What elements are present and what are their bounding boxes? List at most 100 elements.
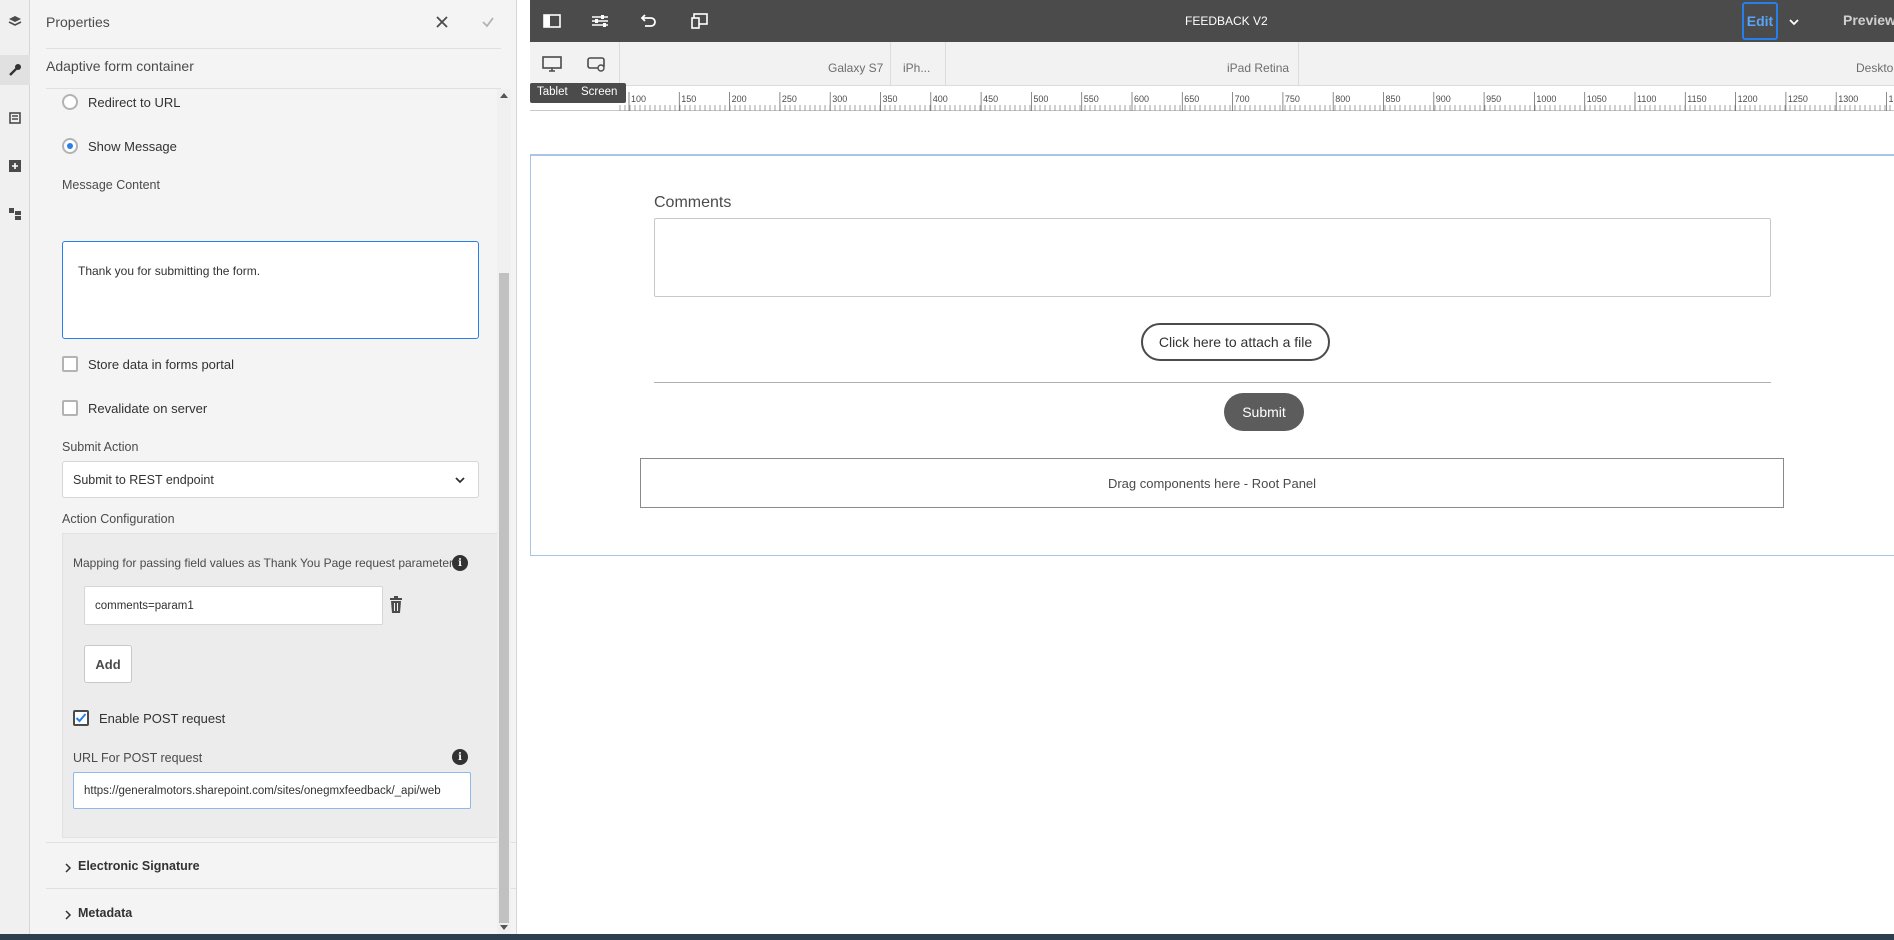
- store-data-checkbox[interactable]: [62, 356, 78, 372]
- ruler-tick-label: 850: [1385, 94, 1401, 104]
- url-post-input[interactable]: https://generalmotors.sharepoint.com/sit…: [73, 772, 471, 809]
- ruler-tick-label: 750: [1284, 94, 1300, 104]
- screen-rotate-icon[interactable]: [586, 56, 606, 77]
- enable-post-label: Enable POST request: [99, 711, 226, 726]
- submit-action-value: Submit to REST endpoint: [73, 473, 214, 487]
- ruler-tick-label: 250: [781, 94, 797, 104]
- tooltip-screen: Screen: [581, 86, 618, 98]
- mode-dropdown-icon[interactable]: [1788, 14, 1800, 32]
- divider: [890, 42, 891, 86]
- panel-title: Properties: [46, 14, 110, 30]
- add-component-icon[interactable]: [0, 151, 30, 181]
- layers-icon[interactable]: [0, 7, 30, 37]
- device-tooltip: Tablet Screen: [530, 83, 626, 103]
- page-title: FEEDBACK V2: [1185, 14, 1268, 28]
- ruler-tick-label: 100: [631, 94, 647, 104]
- divider: [1298, 42, 1299, 86]
- desktop-device-icon[interactable]: [542, 56, 562, 77]
- url-post-label: URL For POST request: [73, 751, 203, 765]
- toggle-side-panel-icon[interactable]: [540, 9, 564, 33]
- canvas-top-area: [530, 112, 1894, 155]
- device-desktop[interactable]: Deskto: [1856, 61, 1893, 75]
- settings-sliders-icon[interactable]: [588, 9, 612, 33]
- ruler-tick-label: 900: [1435, 94, 1451, 104]
- content-tree-icon[interactable]: [0, 199, 30, 229]
- ruler-tick-label: 800: [1335, 94, 1351, 104]
- ruler-tick-label: 150: [681, 94, 697, 104]
- form-objects-icon[interactable]: [0, 103, 30, 133]
- checkmark-icon: [482, 17, 494, 28]
- submit-button[interactable]: Submit: [1224, 393, 1304, 431]
- close-button[interactable]: [430, 10, 454, 34]
- chevron-right-icon: [64, 907, 72, 925]
- ruler-tick-label: 450: [983, 94, 999, 104]
- trash-icon[interactable]: [388, 596, 406, 616]
- divider: [619, 42, 620, 86]
- wrench-icon[interactable]: [0, 55, 30, 85]
- divider: [46, 48, 501, 49]
- close-icon: [436, 16, 448, 28]
- ruler-tick-label: 500: [1033, 94, 1049, 104]
- ruler-tick-label: 1200: [1737, 94, 1758, 104]
- mapping-label: Mapping for passing field values as Than…: [73, 556, 460, 570]
- divider: [945, 42, 946, 86]
- action-config-label: Action Configuration: [62, 512, 175, 526]
- ruler-tick-label: 1150: [1687, 94, 1707, 104]
- show-message-radio[interactable]: [62, 138, 78, 154]
- component-type-label: Adaptive form container: [46, 58, 194, 74]
- device-ipad-retina[interactable]: iPad Retina: [1227, 61, 1289, 75]
- ruler-tick-label: 350: [882, 94, 898, 104]
- ruler-tick-label: 1100: [1637, 94, 1657, 104]
- ruler-tick-label: 700: [1234, 94, 1250, 104]
- scroll-thumb[interactable]: [499, 273, 509, 923]
- enable-post-checkbox[interactable]: [73, 710, 89, 726]
- ruler-tick-label: 400: [932, 94, 948, 104]
- scroll-down-icon[interactable]: [500, 925, 508, 930]
- emulator-icon[interactable]: [688, 9, 712, 33]
- ruler-tick-label: 135: [1888, 94, 1894, 104]
- chevron-down-icon: [455, 477, 465, 484]
- edit-mode-button[interactable]: Edit: [1742, 2, 1778, 40]
- message-content-label: Message Content: [62, 178, 160, 192]
- attach-file-button[interactable]: Click here to attach a file: [1141, 323, 1330, 361]
- section-metadata[interactable]: Metadata: [78, 906, 132, 920]
- ruler-tick-label: 1050: [1586, 94, 1607, 104]
- comments-textarea[interactable]: [654, 218, 1771, 297]
- done-button[interactable]: [476, 10, 500, 34]
- store-data-label: Store data in forms portal: [88, 357, 234, 372]
- ruler-tick-label: 550: [1083, 94, 1099, 104]
- message-content-textarea[interactable]: Thank you for submitting the form.: [62, 241, 479, 339]
- checkmark-icon: [75, 713, 87, 723]
- undo-icon[interactable]: [636, 9, 660, 33]
- revalidate-label: Revalidate on server: [88, 401, 208, 416]
- show-message-label: Show Message: [88, 139, 177, 154]
- device-galaxy-s7[interactable]: Galaxy S7: [828, 61, 883, 75]
- revalidate-checkbox[interactable]: [62, 400, 78, 416]
- divider: [46, 888, 516, 889]
- add-mapping-button[interactable]: Add: [84, 645, 132, 683]
- ruler-tick-label: 1250: [1787, 94, 1808, 104]
- divider: [46, 842, 516, 843]
- redirect-url-radio[interactable]: [62, 94, 78, 110]
- section-electronic-signature[interactable]: Electronic Signature: [78, 859, 200, 873]
- scroll-up-icon[interactable]: [500, 93, 508, 98]
- preview-button[interactable]: Preview: [1843, 12, 1894, 28]
- info-icon[interactable]: i: [452, 749, 468, 765]
- chevron-right-icon: [64, 860, 72, 878]
- device-iphone[interactable]: iPh...: [903, 61, 930, 75]
- comments-label: Comments: [654, 194, 732, 211]
- submit-action-select[interactable]: Submit to REST endpoint: [62, 461, 479, 498]
- pixel-ruler: 100 150 200 250 300 350 400 450 500 550 600 650 700 7…: [530, 86, 1894, 111]
- mapping-param-input[interactable]: comments=param1: [84, 586, 383, 625]
- redirect-url-label: Redirect to URL: [88, 95, 181, 110]
- device-emulator-bar: Galaxy S7 iPh... iPad Retina Deskto: [530, 42, 1894, 86]
- taskbar-strip: [0, 934, 1894, 940]
- ruler-tick-label: 300: [832, 94, 848, 104]
- form-divider: [654, 382, 1771, 383]
- side-rail: [0, 0, 30, 940]
- root-panel-drop-zone[interactable]: Drag components here - Root Panel: [640, 458, 1784, 508]
- ruler-tick-label: 650: [1184, 94, 1200, 104]
- panel-scrollbar[interactable]: [497, 89, 511, 934]
- info-icon[interactable]: i: [452, 555, 468, 571]
- tooltip-tablet: Tablet: [537, 86, 568, 98]
